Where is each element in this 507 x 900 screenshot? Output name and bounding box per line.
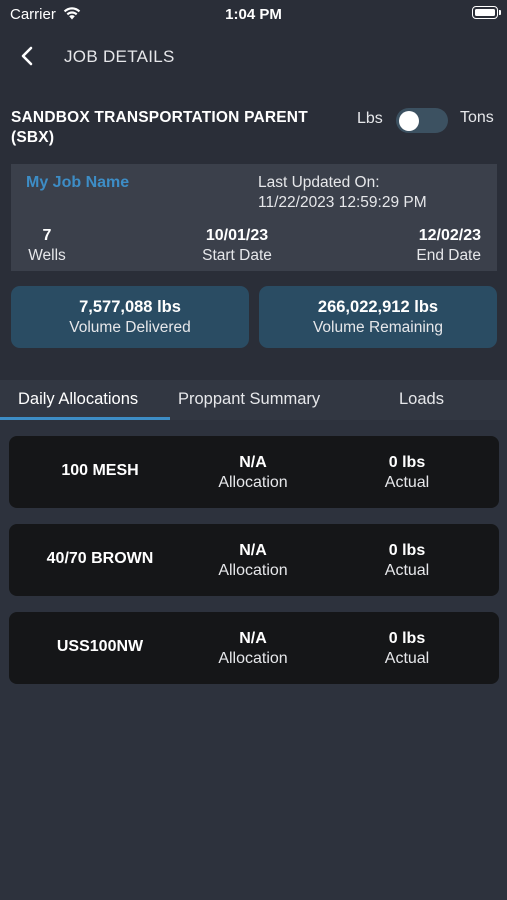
job-info-card: My Job Name Last Updated On: 11/22/2023 … xyxy=(11,164,497,271)
volume-delivered-value: 7,577,088 lbs xyxy=(79,298,181,316)
status-bar: Carrier 1:04 PM xyxy=(0,0,507,28)
allocation-value: N/A xyxy=(239,454,267,471)
wells-stat: 7 Wells xyxy=(25,226,69,266)
actual-value: 0 lbs xyxy=(388,454,426,471)
last-updated-label: Last Updated On: xyxy=(258,174,380,191)
allocation-row[interactable]: 100 MESH N/A Allocation 0 lbs Actual xyxy=(9,436,499,508)
volume-remaining-card: 266,022,912 lbs Volume Remaining xyxy=(259,286,497,348)
chevron-left-icon[interactable] xyxy=(16,44,40,68)
volume-delivered-card: 7,577,088 lbs Volume Delivered xyxy=(11,286,249,348)
start-date-stat: 10/01/23 Start Date xyxy=(187,226,287,266)
end-date-label: End Date xyxy=(416,247,481,264)
actual-column: 0 lbs Actual xyxy=(347,629,467,669)
actual-value: 0 lbs xyxy=(388,542,426,559)
tab-bar: Daily Allocations Proppant Summary Loads xyxy=(0,380,507,420)
job-name: My Job Name xyxy=(26,174,130,191)
unit-toggle[interactable] xyxy=(396,108,448,133)
actual-label: Actual xyxy=(384,474,430,491)
battery-icon xyxy=(472,6,501,19)
actual-label: Actual xyxy=(384,650,430,667)
allocation-column: N/A Allocation xyxy=(193,629,313,669)
actual-column: 0 lbs Actual xyxy=(347,541,467,581)
allocation-value: N/A xyxy=(239,630,267,647)
actual-column: 0 lbs Actual xyxy=(347,453,467,493)
start-date-value: 10/01/23 xyxy=(205,227,269,244)
unit-tons-label: Tons xyxy=(460,109,494,126)
allocation-label: Allocation xyxy=(218,650,288,667)
volume-remaining-value: 266,022,912 lbs xyxy=(317,298,439,316)
allocation-value: N/A xyxy=(239,542,267,559)
actual-value: 0 lbs xyxy=(388,630,426,647)
allocation-label: Allocation xyxy=(218,474,288,491)
actual-label: Actual xyxy=(384,562,430,579)
allocation-label: Allocation xyxy=(218,562,288,579)
allocation-column: N/A Allocation xyxy=(193,541,313,581)
proppant-name: 40/70 BROWN xyxy=(46,550,154,567)
end-date-value: 12/02/23 xyxy=(418,227,481,244)
allocation-column: N/A Allocation xyxy=(193,453,313,493)
unit-lbs-label: Lbs xyxy=(357,110,383,127)
clock: 1:04 PM xyxy=(225,6,282,23)
company-name: SANDBOX TRANSPORTATION PARENT (SBX) xyxy=(11,109,308,146)
proppant-name: USS100NW xyxy=(56,638,144,655)
allocation-row[interactable]: USS100NW N/A Allocation 0 lbs Actual xyxy=(9,612,499,684)
toggle-knob xyxy=(399,110,419,131)
tab-daily-allocations[interactable]: Daily Allocations xyxy=(18,390,138,409)
wells-value: 7 xyxy=(42,227,52,244)
tab-loads[interactable]: Loads xyxy=(399,390,444,409)
last-updated-value: 11/22/2023 12:59:29 PM xyxy=(258,194,427,211)
volume-remaining-label: Volume Remaining xyxy=(312,319,444,336)
tab-proppant-summary[interactable]: Proppant Summary xyxy=(178,390,320,409)
active-tab-indicator xyxy=(0,417,170,420)
start-date-label: Start Date xyxy=(202,247,272,264)
page-title: JOB DETAILS xyxy=(64,47,175,66)
end-date-stat: 12/02/23 End Date xyxy=(391,226,481,266)
volume-delivered-label: Volume Delivered xyxy=(69,319,191,336)
allocation-row[interactable]: 40/70 BROWN N/A Allocation 0 lbs Actual xyxy=(9,524,499,596)
nav-bar: JOB DETAILS xyxy=(0,40,507,74)
proppant-name: 100 MESH xyxy=(61,462,139,479)
wells-label: Wells xyxy=(28,247,66,264)
